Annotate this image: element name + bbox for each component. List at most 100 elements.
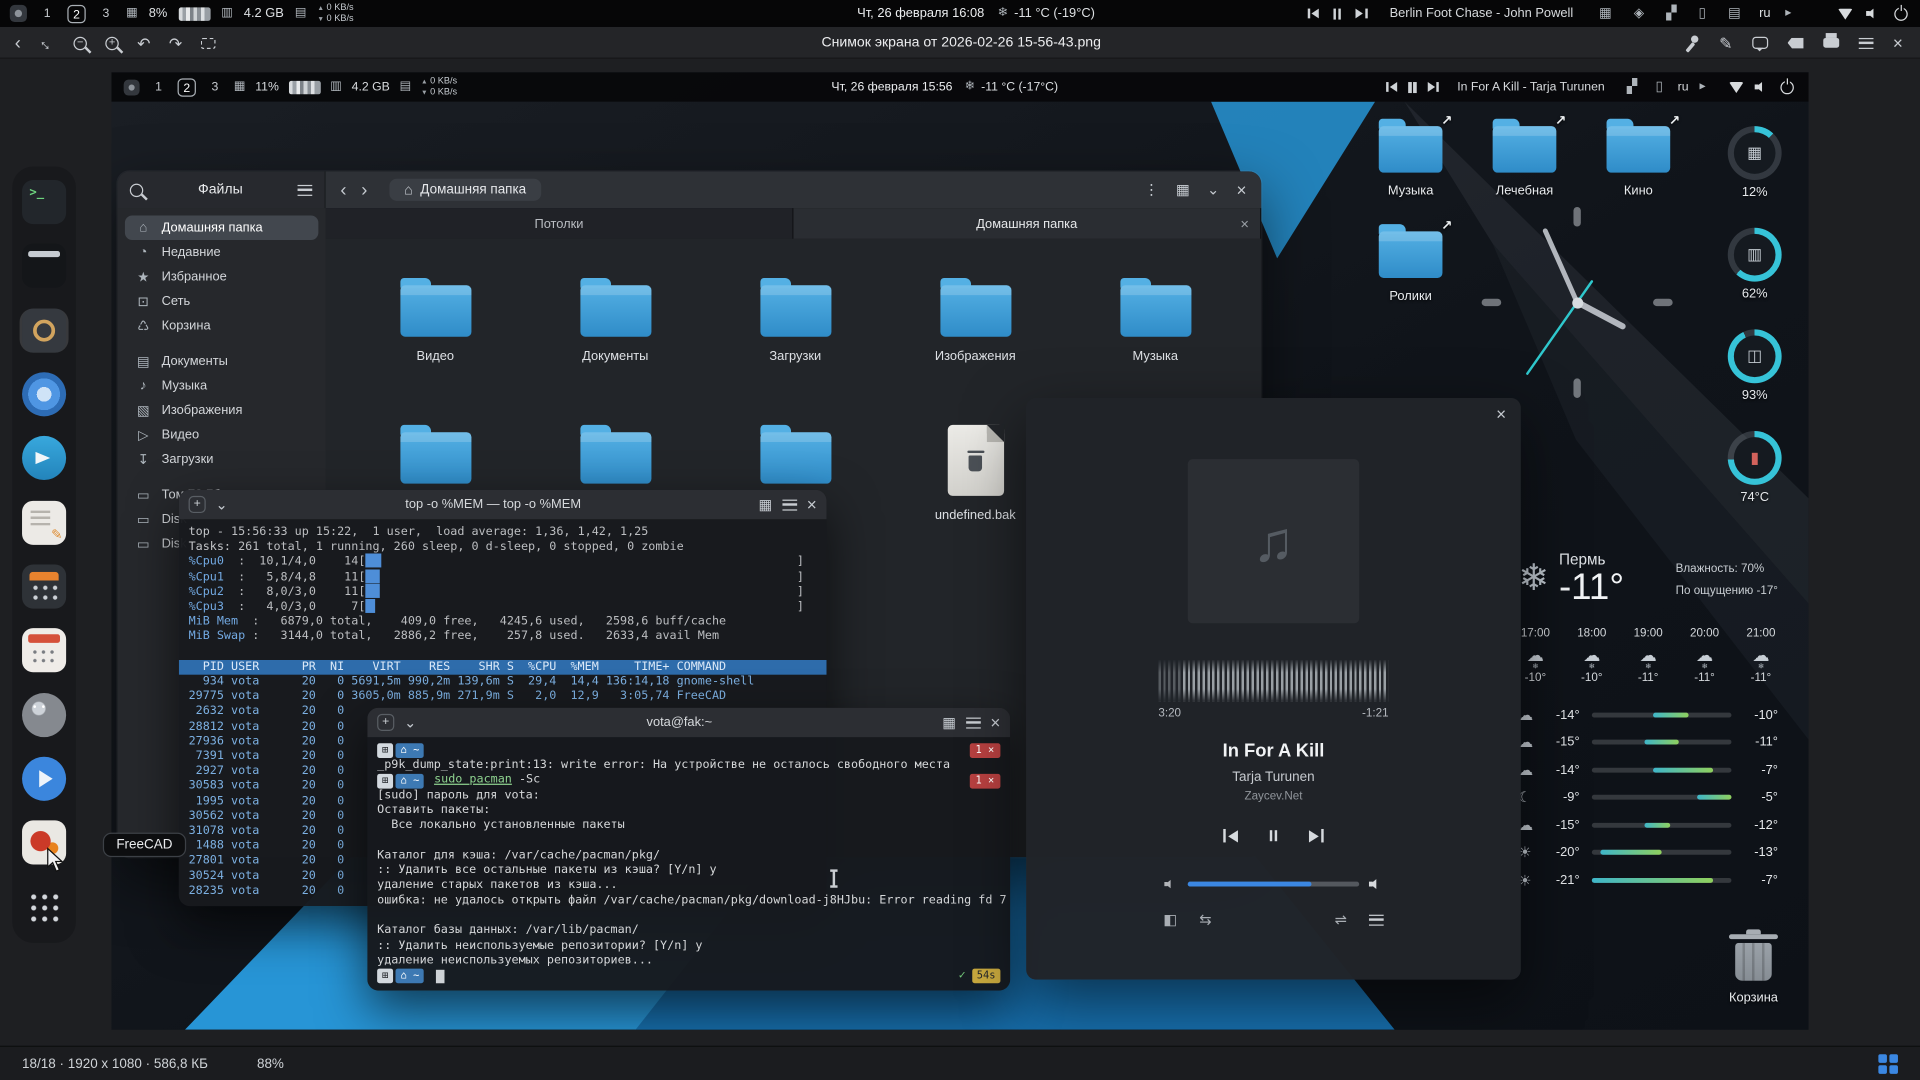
- workspace-button[interactable]: 1: [38, 4, 56, 22]
- nav-forward-button[interactable]: [361, 181, 367, 199]
- tray-keyboard-icon[interactable]: [1728, 7, 1741, 20]
- window-close-icon[interactable]: [990, 714, 1000, 731]
- dock-item[interactable]: [20, 693, 69, 737]
- system-indicators[interactable]: [1838, 7, 1908, 20]
- media-pause-button[interactable]: [1409, 81, 1417, 92]
- dock-item[interactable]: [20, 180, 69, 224]
- volume-low-icon[interactable]: [1164, 879, 1176, 889]
- keyboard-layout[interactable]: ru: [1678, 80, 1689, 93]
- tray-clipboard-icon[interactable]: [1699, 7, 1706, 20]
- chevron-icon[interactable]: [1785, 7, 1791, 19]
- tab-dropdown-icon[interactable]: [404, 715, 416, 730]
- dock-item[interactable]: [20, 308, 69, 352]
- keyboard-layout[interactable]: ru: [1759, 6, 1770, 21]
- fullscreen-button[interactable]: [36, 32, 59, 55]
- folder-item[interactable]: Документы: [525, 273, 705, 420]
- memory-usage[interactable]: 4.2 GB: [352, 80, 390, 93]
- media-title[interactable]: Berlin Foot Chase - John Powell: [1390, 6, 1574, 21]
- folder-item[interactable]: Видео: [345, 273, 525, 420]
- terminal-menu-icon[interactable]: [966, 717, 981, 728]
- trash-shortcut[interactable]: Корзина: [1718, 929, 1789, 1005]
- nav-back-button[interactable]: [340, 181, 346, 199]
- system-monitor-icon[interactable]: [234, 81, 246, 93]
- redo-button[interactable]: [169, 35, 182, 51]
- tags-button[interactable]: [1788, 37, 1804, 48]
- clock[interactable]: Чт, 26 февраля 15:56: [831, 80, 952, 93]
- menu-button[interactable]: [1859, 37, 1874, 48]
- sidebar-item[interactable]: ★ Избранное: [125, 264, 318, 288]
- cpu-load[interactable]: 11%: [255, 80, 279, 93]
- window-close-icon[interactable]: [807, 496, 817, 513]
- tray-apps-icon[interactable]: [1599, 7, 1612, 20]
- workspace-button[interactable]: 2: [178, 78, 196, 96]
- media-title[interactable]: In For A Kill - Tarja Turunen: [1457, 80, 1604, 93]
- folder-item[interactable]: Загрузки: [705, 273, 885, 420]
- desktop-shortcut[interactable]: Музыка: [1358, 114, 1463, 218]
- workspace-button[interactable]: 3: [206, 78, 224, 96]
- tray-extensions-icon[interactable]: [1666, 7, 1676, 20]
- dock-item[interactable]: [20, 757, 69, 801]
- repeat-icon[interactable]: [1335, 912, 1347, 927]
- cpu-sparkline[interactable]: [178, 7, 210, 20]
- volume-icon[interactable]: [1755, 81, 1770, 93]
- more-options-icon[interactable]: [1144, 182, 1159, 197]
- system-indicators[interactable]: [1729, 80, 1794, 93]
- clock[interactable]: Чт, 26 февраля 16:08: [857, 6, 984, 21]
- media-prev-button[interactable]: [1307, 9, 1319, 19]
- queue-toggle-icon[interactable]: [1163, 912, 1177, 927]
- volume-slider[interactable]: [1188, 882, 1359, 887]
- wifi-icon[interactable]: [1729, 81, 1744, 92]
- sidebar-item[interactable]: ↧ Загрузки: [125, 447, 318, 471]
- new-tab-button[interactable]: [189, 496, 206, 513]
- sidebar-item[interactable]: ▤ Документы: [125, 349, 318, 373]
- sidebar-item[interactable]: ◔ Недавние: [125, 240, 318, 264]
- dock-item[interactable]: [20, 629, 69, 673]
- app-launcher-icon[interactable]: [10, 5, 27, 22]
- files-tab[interactable]: Домашняя папка: [793, 208, 1261, 239]
- sidebar-item[interactable]: ⊡ Сеть: [125, 289, 318, 313]
- player-next-button[interactable]: [1309, 829, 1324, 842]
- chevron-icon[interactable]: [1700, 81, 1706, 93]
- workspace-button[interactable]: 3: [97, 4, 115, 22]
- wifi-icon[interactable]: [1838, 8, 1853, 19]
- close-button[interactable]: [1893, 34, 1903, 51]
- shuffle-icon[interactable]: [1199, 912, 1211, 927]
- zoom-level[interactable]: 88%: [257, 1056, 284, 1071]
- tray-clipboard-icon[interactable]: [1656, 80, 1663, 93]
- comment-button[interactable]: [1752, 37, 1768, 49]
- color-picker-button[interactable]: [1684, 35, 1700, 51]
- player-prev-button[interactable]: [1223, 829, 1238, 842]
- desktop-shortcut[interactable]: Лечебная: [1472, 114, 1577, 218]
- power-icon[interactable]: [1780, 80, 1793, 93]
- tab-dropdown-icon[interactable]: [216, 497, 228, 512]
- media-next-button[interactable]: [1356, 9, 1368, 19]
- player-pause-button[interactable]: [1270, 830, 1278, 841]
- undo-button[interactable]: [137, 35, 150, 51]
- files-tab[interactable]: Потолки: [326, 208, 794, 239]
- memory-usage[interactable]: 4.2 GB: [244, 6, 284, 21]
- tray-extensions-icon[interactable]: [1627, 80, 1637, 93]
- app-launcher-icon[interactable]: [124, 79, 140, 95]
- cpu-load[interactable]: 8%: [149, 6, 168, 21]
- dock-item[interactable]: [20, 500, 69, 544]
- power-icon[interactable]: [1894, 7, 1907, 20]
- gallery-grid-button[interactable]: [1878, 1054, 1898, 1074]
- player-close-icon[interactable]: [1496, 405, 1506, 422]
- dock-item[interactable]: [20, 372, 69, 416]
- terminal-output[interactable]: ⊞ ⌂ ~ 1 × _p9k_dump_state:print:13: writ…: [367, 737, 1010, 990]
- annotate-button[interactable]: [1719, 35, 1732, 51]
- terminal-menu-icon[interactable]: [782, 499, 797, 510]
- network-speeds[interactable]: 0 KB/s 0 KB/s: [421, 76, 457, 98]
- dock-item[interactable]: [20, 564, 69, 608]
- sort-dropdown-icon[interactable]: [1207, 182, 1219, 197]
- layout-icon[interactable]: [942, 715, 956, 730]
- back-button[interactable]: [15, 34, 21, 52]
- dock-item[interactable]: [20, 436, 69, 480]
- sidebar-item[interactable]: ▷ Видео: [125, 422, 318, 446]
- media-prev-button[interactable]: [1386, 82, 1398, 92]
- sidebar-item[interactable]: ♺ Корзина: [125, 313, 318, 337]
- zoom-in-button[interactable]: [105, 36, 118, 49]
- system-monitor-icon[interactable]: [126, 7, 138, 19]
- dock-item[interactable]: [20, 885, 69, 929]
- media-next-button[interactable]: [1427, 82, 1439, 92]
